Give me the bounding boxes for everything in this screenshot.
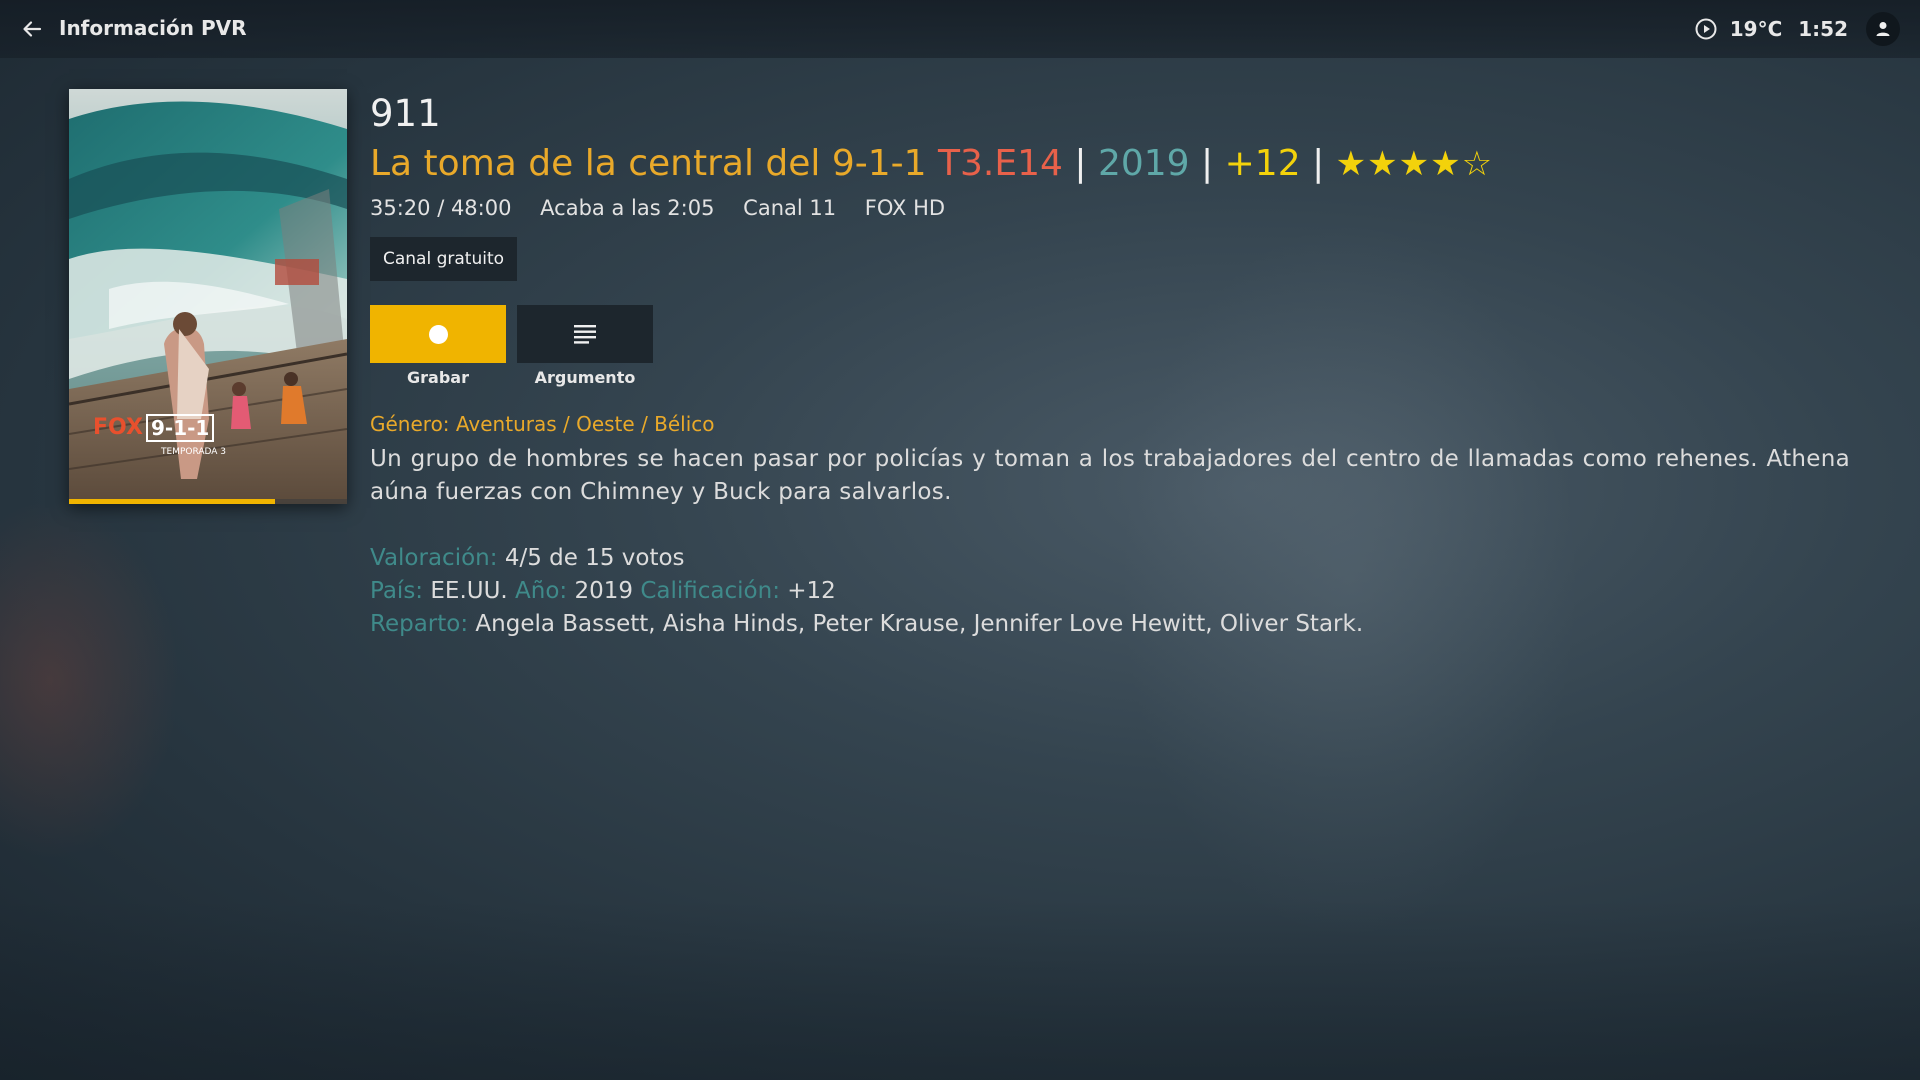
- end-time: Acaba a las 2:05: [540, 196, 715, 220]
- episode-title: La toma de la central del 9-1-1: [370, 143, 927, 184]
- rating-row: Valoración: 4/5 de 15 votos: [370, 545, 685, 571]
- arrow-left-icon: [23, 21, 42, 37]
- record-button-label: Grabar: [407, 368, 469, 387]
- cast-label: Reparto:: [370, 611, 469, 637]
- user-icon: [1876, 22, 1890, 36]
- program-meta: 35:20 / 48:00 Acaba a las 2:05 Canal 11 …: [370, 196, 967, 220]
- channel-number: Canal 11: [743, 196, 837, 220]
- text-lines-icon: [574, 325, 596, 344]
- show-title: 911: [370, 92, 441, 135]
- rating-value: 4/5 de 15 votos: [504, 545, 685, 571]
- program-poster: FOX 9-1-1 TEMPORADA 3: [69, 89, 347, 504]
- plot-button[interactable]: [517, 305, 653, 363]
- classification-label: Calificación:: [640, 578, 780, 604]
- classification-value: +12: [787, 578, 836, 604]
- episode-code: T3.E14: [938, 143, 1063, 184]
- page-title: Información PVR: [59, 16, 247, 40]
- country-label: País:: [370, 578, 424, 604]
- episode-year: 2019: [1097, 143, 1190, 184]
- poster-logo-text: FOX: [93, 415, 143, 440]
- record-button[interactable]: [370, 305, 506, 363]
- year-label: Año:: [515, 578, 568, 604]
- channel-name: FOX HD: [864, 196, 946, 220]
- cast-value: Angela Bassett, Aisha Hinds, Peter Kraus…: [475, 611, 1364, 637]
- genre-text: Género: Aventuras / Oeste / Bélico: [370, 412, 715, 436]
- separator: |: [1074, 143, 1087, 184]
- poster-season-text: TEMPORADA 3: [160, 447, 226, 457]
- clock-play-icon: [1695, 18, 1717, 40]
- age-rating: +12: [1224, 143, 1301, 184]
- profile-button[interactable]: [1866, 12, 1900, 46]
- year-value: 2019: [574, 578, 634, 604]
- separator: |: [1201, 143, 1214, 184]
- star-rating: ★★★★☆: [1335, 144, 1494, 184]
- episode-header: La toma de la central del 9-1-1 T3.E14 |…: [370, 143, 1493, 191]
- poster-title-text: 9-1-1: [151, 416, 209, 440]
- progress-bar: [69, 499, 275, 504]
- background-shade: [0, 900, 1920, 1080]
- background-glow: [0, 500, 180, 860]
- back-button[interactable]: [18, 15, 46, 43]
- separator: |: [1312, 143, 1325, 184]
- country-year-row: País: EE.UU. Año: 2019 Calificación: +12: [370, 578, 836, 604]
- cast-row: Reparto: Angela Bassett, Aisha Hinds, Pe…: [370, 611, 1363, 637]
- top-bar: Información PVR 19°C 1:52: [0, 0, 1920, 58]
- record-dot-icon: [428, 324, 448, 344]
- free-channel-badge: Canal gratuito: [370, 237, 518, 281]
- plot-button-label: Argumento: [534, 368, 636, 387]
- clock-time: 1:52: [1798, 17, 1848, 41]
- plot-description: Un grupo de hombres se hacen pasar por p…: [370, 446, 1850, 505]
- status-area: 19°C 1:52: [1694, 12, 1900, 46]
- temperature: 19°C: [1729, 17, 1783, 41]
- country-value: EE.UU.: [430, 578, 508, 604]
- poster-art: FOX 9-1-1 TEMPORADA 3: [69, 89, 347, 504]
- rating-label: Valoración:: [370, 545, 498, 571]
- elapsed-time: 35:20 / 48:00: [370, 196, 512, 220]
- background-fanart: [1120, 220, 1580, 940]
